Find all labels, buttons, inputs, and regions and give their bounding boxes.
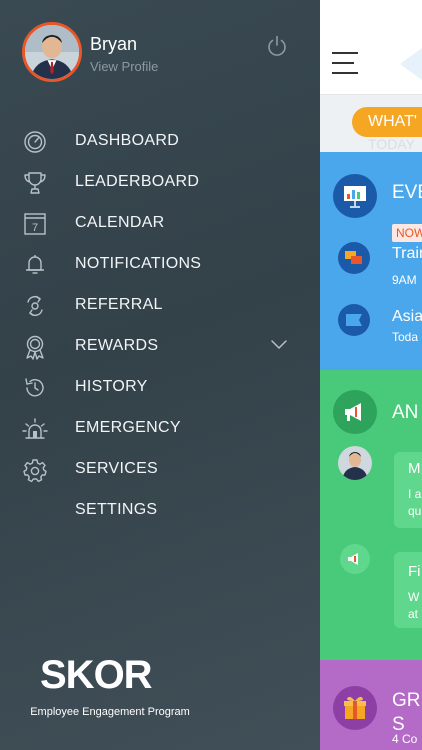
whats-new-pill[interactable]: WHAT' bbox=[352, 107, 422, 137]
today-label: TODAY bbox=[368, 136, 415, 152]
presentation-icon bbox=[333, 174, 377, 218]
menu-item-history[interactable]: HISTORY bbox=[0, 366, 320, 407]
event-item-sub: Toda bbox=[392, 330, 419, 344]
flag-icon bbox=[338, 304, 370, 336]
menu-label: CALENDAR bbox=[75, 214, 165, 231]
calendar-icon: 7 bbox=[22, 211, 48, 237]
events-card[interactable]: EVE NOW Train 9AM Asia Toda bbox=[320, 152, 422, 370]
skor-logo: SKOR bbox=[40, 653, 154, 694]
gear-icon bbox=[22, 457, 48, 483]
trophy-icon bbox=[22, 170, 48, 196]
announcements-title: AN bbox=[392, 402, 419, 423]
calendar-day: 7 bbox=[32, 222, 38, 234]
menu-label: NOTIFICATIONS bbox=[75, 255, 202, 272]
logo-text: SKOR bbox=[40, 653, 153, 694]
announcements-card[interactable]: AN M I a qu Fi W at bbox=[320, 370, 422, 660]
menu-item-settings[interactable]: SETTINGS bbox=[0, 489, 320, 530]
event-item-time: 9AM bbox=[392, 273, 417, 287]
emergency-icon bbox=[22, 416, 48, 442]
avatar[interactable] bbox=[22, 22, 82, 82]
megaphone-icon bbox=[340, 544, 370, 574]
chevron-down-icon[interactable] bbox=[269, 337, 289, 353]
dashboard-icon bbox=[22, 129, 48, 155]
rewards-icon bbox=[22, 334, 48, 360]
main-content-peek: WHAT' TODAY EVE NOW Train 9AM bbox=[320, 0, 422, 750]
menu-item-notifications[interactable]: NOTIFICATIONS bbox=[0, 243, 320, 284]
menu-label: REWARDS bbox=[75, 337, 159, 354]
avatar bbox=[338, 446, 372, 480]
hamburger-menu-icon[interactable] bbox=[332, 52, 360, 74]
event-item-title: Asia bbox=[392, 308, 422, 325]
drawer-menu: DASHBOARD LEADERBOARD 7 CALENDAR NOTIFIC… bbox=[0, 120, 320, 530]
groups-title: GR bbox=[392, 690, 421, 711]
menu-label: EMERGENCY bbox=[75, 419, 181, 436]
event-item-title: Train bbox=[392, 245, 422, 262]
chat-icon bbox=[338, 242, 370, 274]
menu-item-calendar[interactable]: 7 CALENDAR bbox=[0, 202, 320, 243]
menu-label: SETTINGS bbox=[75, 501, 158, 518]
menu-label: LEADERBOARD bbox=[75, 173, 200, 190]
menu-item-services[interactable]: SERVICES bbox=[0, 448, 320, 489]
groups-sub: 4 Co bbox=[392, 732, 418, 746]
menu-label: REFERRAL bbox=[75, 296, 163, 313]
history-icon bbox=[22, 375, 48, 401]
user-name: Bryan bbox=[90, 34, 138, 54]
message-title: M bbox=[408, 460, 421, 477]
navigation-drawer: Bryan View Profile DASHBOARD LEADERBOARD… bbox=[0, 0, 320, 750]
menu-item-referral[interactable]: REFERRAL bbox=[0, 284, 320, 325]
menu-item-dashboard[interactable]: DASHBOARD bbox=[0, 120, 320, 161]
now-badge: NOW bbox=[392, 224, 422, 242]
top-bar bbox=[320, 0, 422, 95]
megaphone-icon bbox=[333, 390, 377, 434]
bell-icon bbox=[22, 252, 48, 278]
message-text: qu bbox=[408, 504, 422, 518]
referral-icon bbox=[22, 293, 48, 319]
view-profile-link[interactable]: View Profile bbox=[90, 59, 158, 74]
menu-item-leaderboard[interactable]: LEADERBOARD bbox=[0, 161, 320, 202]
profile-header: Bryan View Profile bbox=[22, 22, 302, 82]
menu-label: SERVICES bbox=[75, 460, 159, 477]
menu-item-emergency[interactable]: EMERGENCY bbox=[0, 407, 320, 448]
message-title: Fi bbox=[408, 563, 421, 580]
back-arrow-icon[interactable] bbox=[400, 48, 422, 80]
gift-icon bbox=[333, 686, 377, 730]
events-title: EVE bbox=[392, 182, 422, 203]
menu-label: DASHBOARD bbox=[75, 132, 180, 149]
groups-card[interactable]: GR S 4 Co bbox=[320, 660, 422, 750]
brand-tagline: Employee Engagement Program bbox=[30, 706, 190, 718]
message-text: at bbox=[408, 607, 419, 621]
power-icon[interactable] bbox=[265, 34, 289, 58]
menu-label: HISTORY bbox=[75, 378, 148, 395]
menu-item-rewards[interactable]: REWARDS bbox=[0, 325, 320, 366]
message-text: W bbox=[408, 590, 420, 604]
message-text: I a bbox=[408, 487, 422, 501]
